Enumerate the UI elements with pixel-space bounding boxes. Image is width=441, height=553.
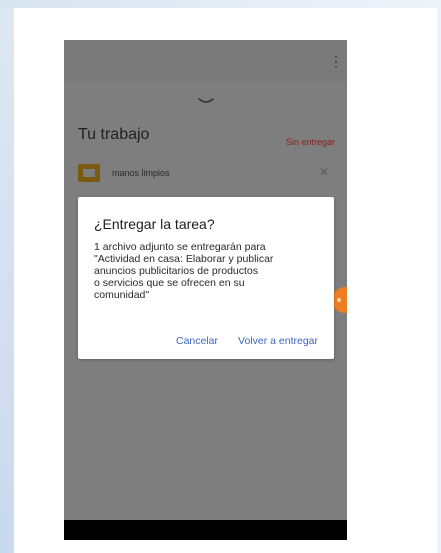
dialog-actions: Cancelar Volver a entregar bbox=[176, 335, 318, 347]
bottom-system-bar bbox=[64, 520, 347, 540]
submit-dialog: ¿Entregar la tarea? 1 archivo adjunto se… bbox=[78, 197, 334, 359]
background-top-strip bbox=[0, 0, 441, 8]
phone-screen: ⋮ Tu trabajo Sin entregar manos limpios … bbox=[64, 40, 347, 540]
close-icon[interactable]: ✕ bbox=[319, 165, 329, 179]
resubmit-button[interactable]: Volver a entregar bbox=[238, 335, 318, 347]
attachment-name: manos limpios bbox=[112, 168, 170, 178]
more-vertical-icon[interactable]: ⋮ bbox=[329, 54, 343, 68]
background-left-strip bbox=[0, 0, 14, 553]
document-icon bbox=[78, 164, 100, 182]
chevron-down-icon[interactable] bbox=[198, 98, 214, 106]
work-title: Tu trabajo bbox=[78, 126, 150, 143]
dialog-message: 1 archivo adjunto se entregarán para "Ac… bbox=[94, 241, 274, 301]
cancel-button[interactable]: Cancelar bbox=[176, 335, 218, 347]
background-right-strip bbox=[437, 0, 441, 553]
status-label: Sin entregar bbox=[285, 137, 335, 147]
attachment-row[interactable]: manos limpios ✕ bbox=[78, 164, 337, 186]
dialog-title: ¿Entregar la tarea? bbox=[94, 216, 215, 232]
app-bar: ⋮ bbox=[64, 40, 347, 82]
